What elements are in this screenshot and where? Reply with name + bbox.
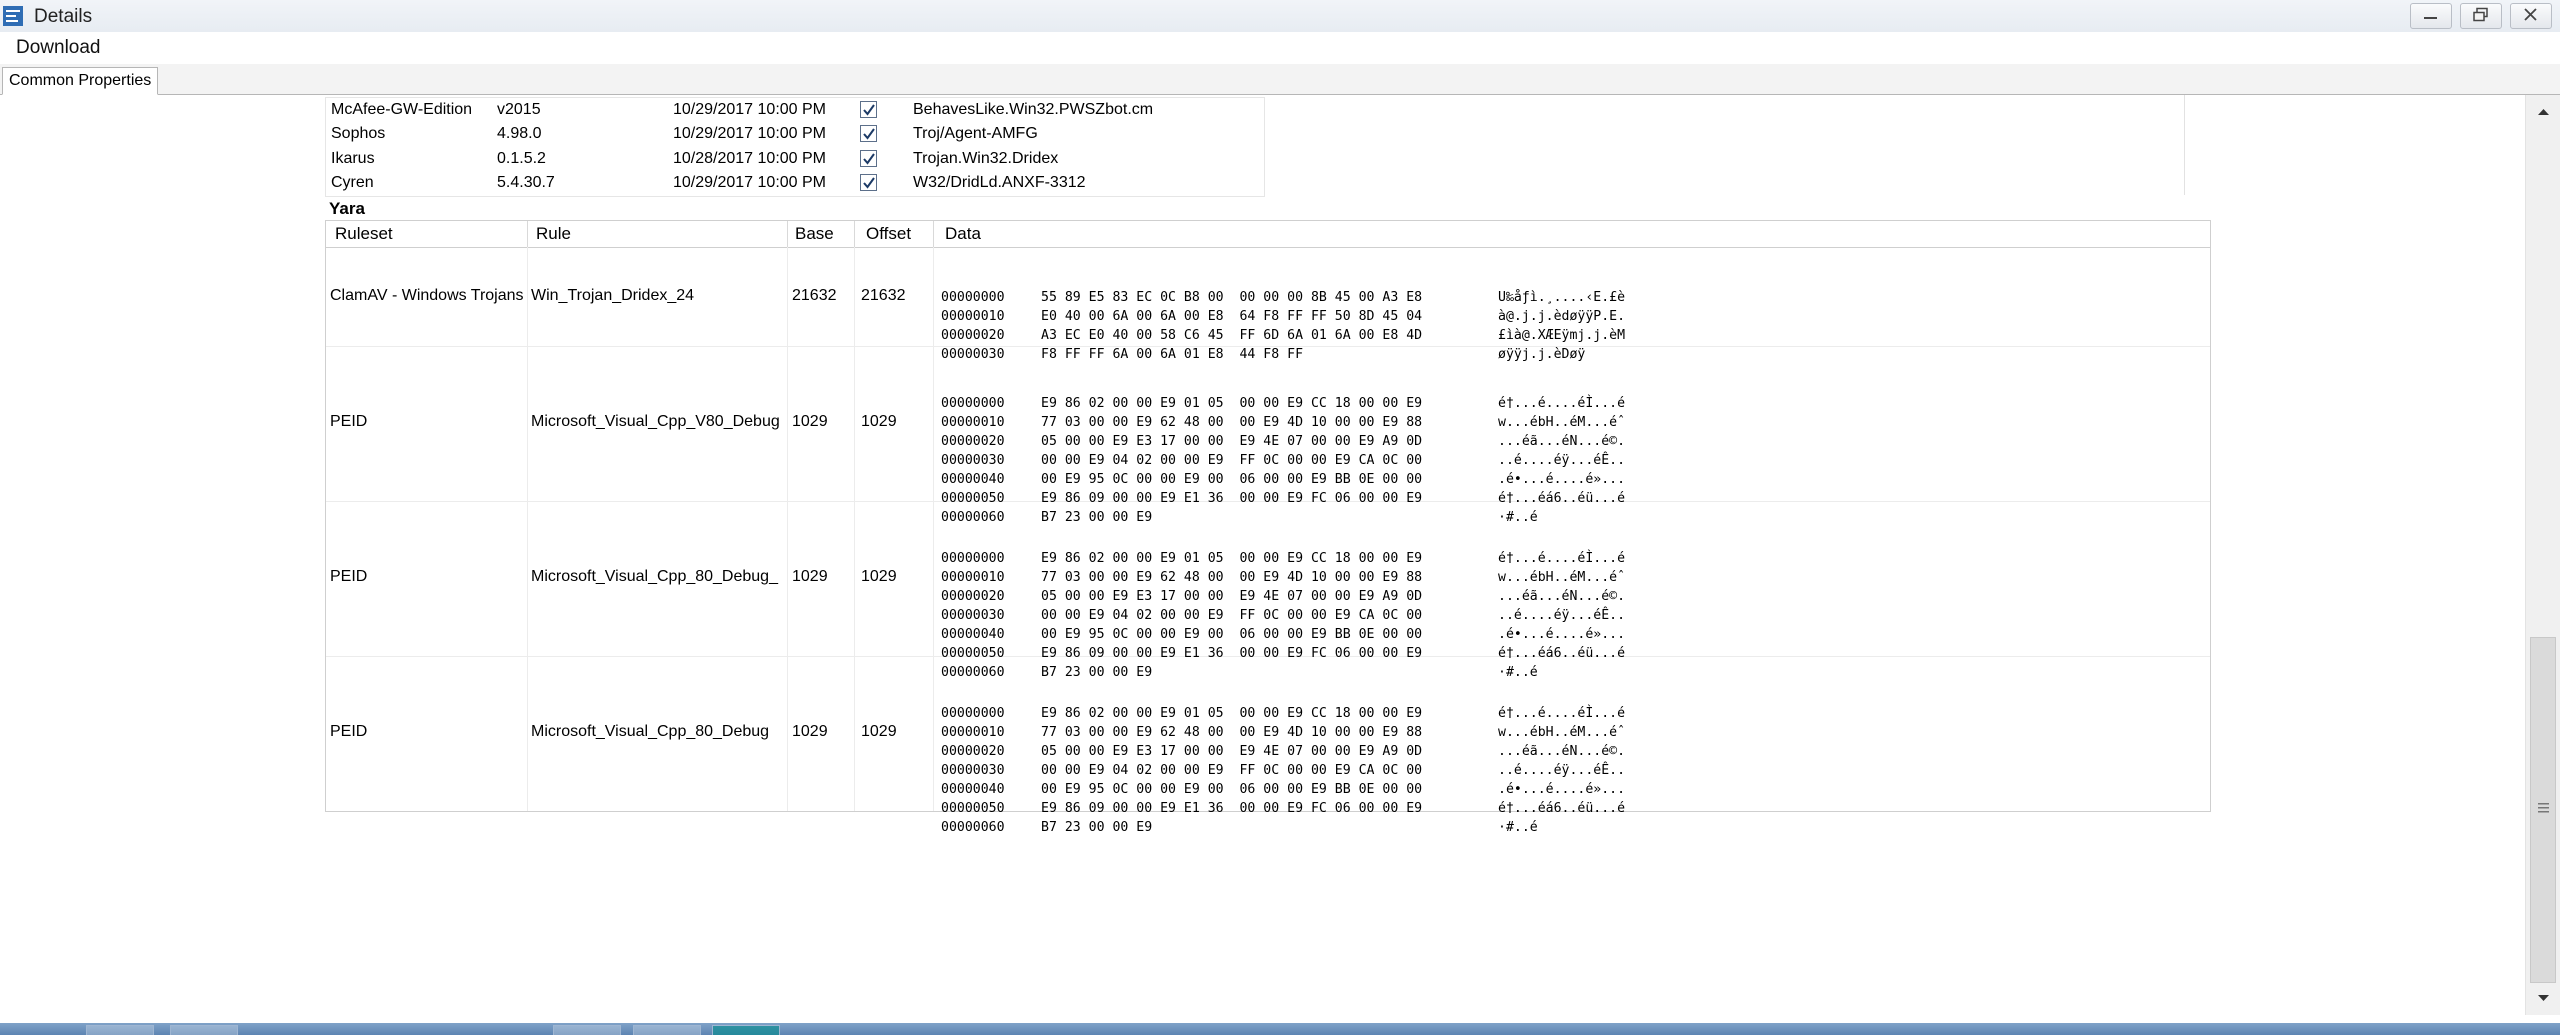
tab-common-properties[interactable]: Common Properties	[2, 67, 159, 95]
chevron-up-icon	[2538, 109, 2549, 115]
av-row[interactable]: Sophos 4.98.0 10/29/2017 10:00 PM Troj/A…	[326, 122, 1264, 147]
av-row[interactable]: Ikarus 0.1.5.2 10/28/2017 10:00 PM Troja…	[326, 147, 1264, 172]
av-version: 0.1.5.2	[497, 150, 546, 167]
yara-row[interactable]: PEID Microsoft_Visual_Cpp_V80_Debug 1029…	[326, 346, 2210, 525]
yara-offset: 1029	[861, 568, 897, 585]
yara-rule: Win_Trojan_Dridex_24	[531, 287, 695, 304]
yara-section-title: Yara	[329, 199, 365, 218]
checkmark-icon	[863, 128, 875, 140]
scroll-thumb[interactable]	[2530, 637, 2556, 983]
column-resize-handle[interactable]	[933, 221, 934, 247]
minimize-icon	[2424, 17, 2437, 19]
yara-ruleset: ClamAV - Windows Trojans	[330, 287, 524, 304]
av-results-table: McAfee-GW-Edition v2015 10/29/2017 10:00…	[325, 97, 1265, 197]
column-header-data[interactable]: Data	[945, 224, 981, 244]
hex-ascii-column: é†...é....éÌ...é w...ébH..éM...éˆ ...éã...…	[1498, 706, 1626, 835]
scroll-up-button[interactable]	[2526, 95, 2560, 127]
window-title: Details	[34, 6, 93, 27]
column-header-offset[interactable]: Offset	[866, 224, 911, 244]
divider	[2184, 95, 2185, 195]
yara-table: Ruleset Rule Base Offset Data ClamAV - W…	[325, 220, 2211, 835]
tab-strip: Common Properties	[0, 64, 2560, 95]
av-date: 10/29/2017 10:00 PM	[673, 101, 827, 118]
yara-base: 1029	[792, 413, 828, 430]
av-date: 10/29/2017 10:00 PM	[673, 125, 827, 142]
av-row[interactable]: McAfee-GW-Edition v2015 10/29/2017 10:00…	[326, 98, 1264, 123]
checkmark-icon	[863, 153, 875, 165]
checkmark-icon	[863, 104, 875, 116]
column-resize-handle[interactable]	[787, 221, 788, 247]
yara-offset: 1029	[861, 413, 897, 430]
taskbar-item[interactable]	[170, 1025, 238, 1035]
restore-button[interactable]	[2460, 3, 2502, 29]
yara-ruleset: PEID	[330, 568, 368, 585]
yara-ruleset: PEID	[330, 723, 368, 740]
grip-icon	[2538, 803, 2549, 813]
yara-rule: Microsoft_Visual_Cpp_80_Debug	[531, 723, 770, 740]
yara-table-header: Ruleset Rule Base Offset Data	[326, 221, 2210, 248]
vertical-scrollbar[interactable]	[2525, 95, 2560, 1015]
column-header-base[interactable]: Base	[795, 224, 834, 244]
taskbar	[0, 1023, 2560, 1035]
column-header-rule[interactable]: Rule	[536, 224, 571, 244]
av-engine: McAfee-GW-Edition	[331, 101, 473, 118]
av-version: 5.4.30.7	[497, 174, 555, 191]
details-app-icon	[3, 6, 23, 26]
minimize-button[interactable]	[2410, 3, 2452, 29]
av-result: Trojan.Win32.Dridex	[913, 150, 1059, 167]
av-version: v2015	[497, 101, 541, 118]
av-engine: Sophos	[331, 125, 386, 142]
av-engine: Ikarus	[331, 150, 375, 167]
title-bar: Details	[0, 0, 2560, 33]
column-resize-handle[interactable]	[854, 221, 855, 247]
av-date: 10/29/2017 10:00 PM	[673, 174, 827, 191]
yara-row[interactable]: PEID Microsoft_Visual_Cpp_80_Debug_ 1029…	[326, 501, 2210, 680]
av-result: W32/DridLd.ANXF-3312	[913, 174, 1086, 191]
hex-bytes-column: E9 86 02 00 00 E9 01 05 00 00 E9 CC 18 0…	[1041, 706, 1423, 835]
taskbar-item[interactable]	[633, 1025, 701, 1035]
scroll-down-button[interactable]	[2526, 983, 2560, 1015]
av-version: 4.98.0	[497, 125, 542, 142]
yara-row[interactable]: ClamAV - Windows Trojans Win_Trojan_Drid…	[326, 247, 2210, 362]
yara-base: 1029	[792, 723, 828, 740]
yara-rule: Microsoft_Visual_Cpp_V80_Debug	[531, 413, 780, 430]
av-engine: Cyren	[331, 174, 374, 191]
taskbar-item[interactable]	[86, 1025, 154, 1035]
restore-icon	[2473, 7, 2488, 22]
yara-offset: 1029	[861, 723, 897, 740]
detected-checkbox[interactable]	[860, 101, 877, 118]
hex-address-column: 00000000 00000010 00000020 00000030 00000040…	[941, 706, 1005, 835]
yara-base: 21632	[792, 287, 837, 304]
av-date: 10/28/2017 10:00 PM	[673, 150, 827, 167]
yara-ruleset: PEID	[330, 413, 368, 430]
menu-bar: Download	[0, 32, 2560, 65]
chevron-down-icon	[2538, 995, 2549, 1001]
yara-rule: Microsoft_Visual_Cpp_80_Debug_	[531, 568, 778, 585]
column-header-ruleset[interactable]: Ruleset	[335, 224, 393, 244]
checkmark-icon	[863, 177, 875, 189]
av-result: BehavesLike.Win32.PWSZbot.cm	[913, 101, 1154, 118]
close-icon	[2524, 8, 2537, 21]
yara-row[interactable]: PEID Microsoft_Visual_Cpp_80_Debug 1029 …	[326, 656, 2210, 835]
av-row[interactable]: Cyren 5.4.30.7 10/29/2017 10:00 PM W32/D…	[326, 171, 1264, 196]
taskbar-item[interactable]	[553, 1025, 621, 1035]
yara-offset: 21632	[861, 287, 906, 304]
column-resize-handle[interactable]	[527, 221, 528, 247]
av-result: Troj/Agent-AMFG	[913, 125, 1038, 142]
detected-checkbox[interactable]	[860, 150, 877, 167]
detected-checkbox[interactable]	[860, 125, 877, 142]
yara-base: 1029	[792, 568, 828, 585]
detected-checkbox[interactable]	[860, 174, 877, 191]
close-button[interactable]	[2510, 3, 2552, 29]
menu-item-download[interactable]: Download	[16, 37, 101, 59]
taskbar-item-active[interactable]	[712, 1025, 780, 1035]
